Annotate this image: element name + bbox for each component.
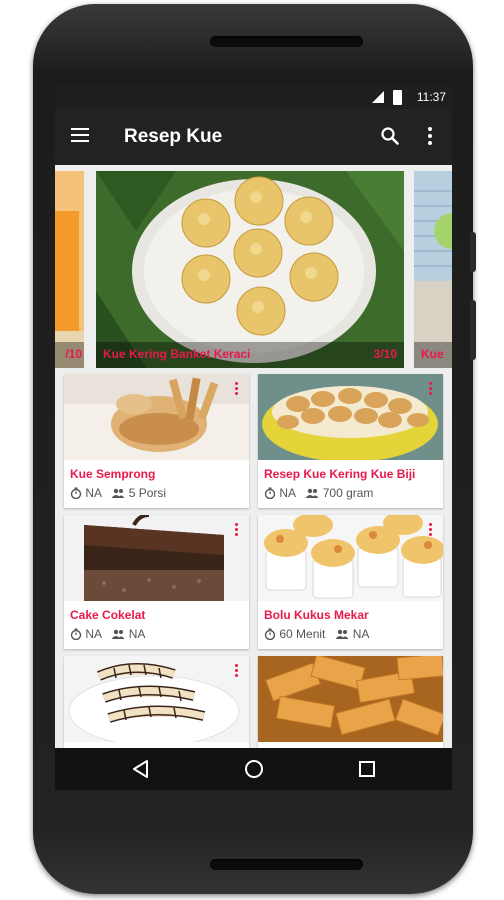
recipe-image	[64, 656, 249, 742]
slide-counter: 3/10	[373, 347, 397, 361]
timer-icon	[70, 628, 82, 641]
signal-icon	[372, 91, 384, 103]
people-icon	[335, 629, 349, 639]
recipe-card[interactable]: Resep Kue Kering Kue Biji NA 700 gram	[258, 374, 443, 508]
card-overflow-icon[interactable]	[235, 382, 239, 397]
recipe-name: Kue Semprong	[70, 467, 156, 481]
back-triangle-icon[interactable]	[131, 759, 151, 779]
card-overflow-icon[interactable]	[429, 382, 433, 397]
carousel-slide-prev[interactable]: /10	[55, 171, 84, 368]
slide-counter: /10	[65, 347, 82, 361]
slide-title: Kue	[421, 347, 444, 361]
recipe-serving: NA	[352, 627, 370, 641]
recipe-serving: NA	[128, 627, 146, 641]
recipe-serving: 5 Porsi	[128, 486, 167, 500]
recipe-time: NA	[85, 486, 102, 500]
app-bar: Resep Kue	[55, 109, 452, 165]
volume-button	[470, 232, 476, 272]
more-vert-icon[interactable]	[427, 127, 433, 147]
slide-image	[96, 171, 404, 368]
recipe-time: NA	[279, 486, 296, 500]
battery-icon	[393, 90, 402, 105]
recents-square-icon[interactable]	[357, 759, 377, 779]
recipe-name: Resep Kue Kering Kue Biji	[264, 467, 416, 481]
recipe-image	[258, 656, 443, 742]
timer-icon	[264, 487, 276, 500]
recipe-meta: NA 5 Porsi	[70, 486, 166, 500]
featured-carousel[interactable]: /10 Kue Kering Banket Keraci 3/10 Kue	[55, 171, 452, 368]
recipe-meta: NA NA	[70, 627, 145, 641]
recipe-name: Cake Cokelat	[70, 608, 146, 622]
top-speaker	[210, 36, 363, 47]
status-time: 11:37	[416, 90, 446, 104]
system-nav-bar	[55, 748, 452, 790]
power-button	[470, 300, 476, 360]
people-icon	[111, 488, 125, 498]
recipe-time: NA	[85, 627, 102, 641]
carousel-slide-current[interactable]: Kue Kering Banket Keraci 3/10	[96, 171, 404, 368]
recipe-meta: NA 700 gram	[264, 486, 373, 500]
recipe-image	[258, 374, 443, 460]
slide-image	[414, 171, 452, 368]
status-bar: 11:37	[55, 85, 452, 109]
people-icon	[305, 488, 319, 498]
home-circle-icon[interactable]	[244, 759, 264, 779]
card-overflow-icon[interactable]	[235, 664, 239, 679]
recipe-image	[258, 515, 443, 601]
carousel-slide-next[interactable]: Kue	[414, 171, 452, 368]
hamburger-menu-icon[interactable]	[71, 128, 89, 144]
card-overflow-icon[interactable]	[429, 523, 433, 538]
recipe-image	[64, 374, 249, 460]
search-icon[interactable]	[380, 126, 400, 146]
recipe-time: 60 Menit	[279, 627, 326, 641]
timer-icon	[264, 628, 276, 641]
screen: 11:37 Resep Kue /10 Kue Kering Banket Ke…	[55, 85, 452, 790]
recipe-meta: 60 Menit NA	[264, 627, 369, 641]
timer-icon	[70, 487, 82, 500]
recipe-card[interactable]: Bolu Kukus Mekar 60 Menit NA	[258, 515, 443, 649]
card-overflow-icon[interactable]	[235, 523, 239, 538]
bottom-speaker	[210, 859, 363, 870]
recipe-card[interactable]: Kue Semprong NA 5 Porsi	[64, 374, 249, 508]
app-title: Resep Kue	[124, 126, 223, 147]
front-camera	[147, 40, 154, 47]
recipe-name: Bolu Kukus Mekar	[264, 608, 369, 622]
recipe-image	[64, 515, 249, 601]
slide-image	[55, 171, 84, 368]
people-icon	[111, 629, 125, 639]
recipe-serving: 700 gram	[322, 486, 374, 500]
recipe-card[interactable]: Cake Cokelat NA NA	[64, 515, 249, 649]
slide-title: Kue Kering Banket Keraci	[103, 347, 251, 361]
